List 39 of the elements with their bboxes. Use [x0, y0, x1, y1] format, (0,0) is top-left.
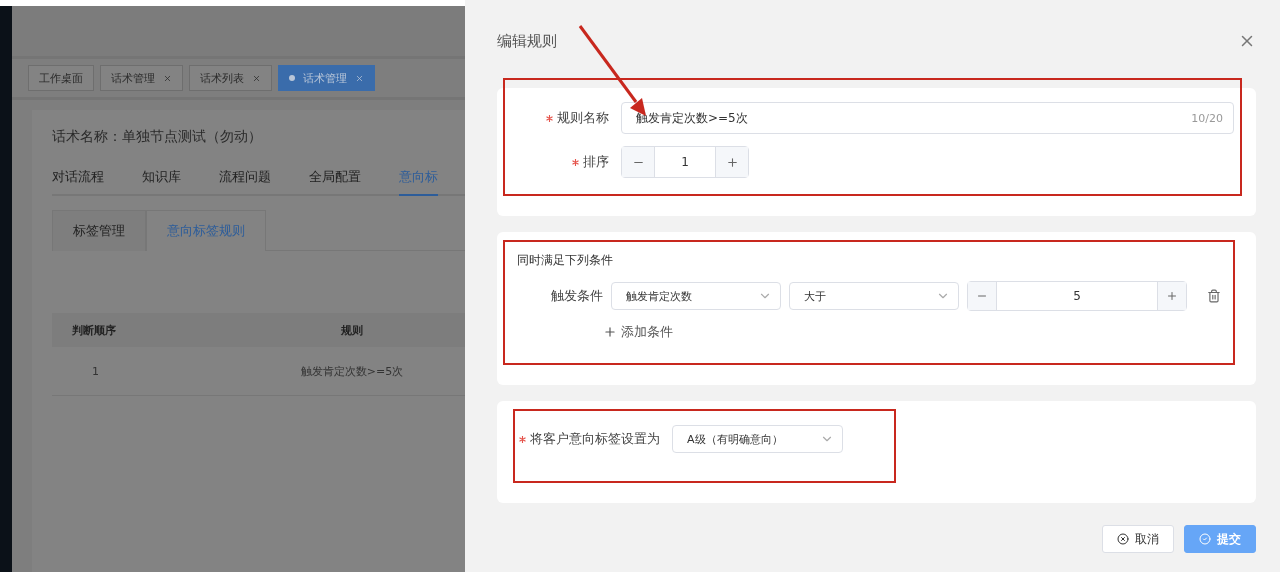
submit-button[interactable]: 提交 — [1184, 525, 1256, 553]
label-text: 规则名称 — [557, 109, 609, 127]
nav-tab[interactable]: 对话流程 — [52, 168, 104, 196]
script-name: 话术名称：单独节点测试（勿动） — [52, 128, 263, 146]
number-stepper[interactable]: 5 — [967, 281, 1188, 311]
rule-name-field[interactable]: 触发肯定次数>=5次 10/20 — [621, 102, 1234, 134]
dialog-title: 编辑规则 — [497, 31, 557, 51]
select-field[interactable]: 触发肯定次数 — [611, 282, 782, 310]
trash-icon[interactable] — [1207, 289, 1221, 303]
close-icon[interactable] — [252, 73, 261, 83]
plus-icon[interactable] — [725, 155, 739, 169]
plus-icon[interactable] — [1166, 290, 1179, 302]
check-circle-icon — [1199, 533, 1211, 545]
cancel-button[interactable]: 取消 — [1102, 525, 1174, 553]
column-header: 规则 — [340, 322, 364, 338]
label-text: 将客户意向标签设置为 — [530, 430, 660, 448]
section-heading: 同时满足下列条件 — [517, 252, 614, 269]
column-header: 判断顺序 — [71, 322, 117, 338]
table-cell-text: 1 — [91, 364, 100, 378]
select-field[interactable]: 大于 — [789, 282, 960, 310]
page-tab[interactable]: 话术管理 — [100, 65, 183, 91]
plus-icon — [603, 325, 617, 339]
label-text: 排序 — [583, 153, 609, 171]
number-stepper[interactable]: 1 — [621, 146, 749, 178]
page-tab[interactable]: 工作桌面 — [28, 65, 94, 91]
table-cell-text: 触发肯定次数>=5次 — [299, 363, 405, 379]
page-tab[interactable]: 话术列表 — [189, 65, 272, 91]
close-icon[interactable] — [355, 73, 364, 83]
nav-tab[interactable]: 知识库 — [142, 168, 181, 196]
select-field[interactable]: A级（有明确意向） — [672, 425, 843, 453]
add-condition-button[interactable]: 添加条件 — [603, 323, 1221, 341]
char-counter: 10/20 — [1191, 111, 1223, 125]
page-tab[interactable]: 话术管理 — [278, 65, 375, 91]
close-icon[interactable] — [163, 73, 172, 83]
nav-tab[interactable]: 流程问题 — [219, 168, 271, 196]
field-label: 触发条件 — [550, 287, 603, 305]
nav-tab[interactable]: 全局配置 — [309, 168, 361, 196]
close-circle-icon — [1117, 533, 1129, 545]
sub-tab[interactable]: 标签管理 — [52, 210, 146, 251]
